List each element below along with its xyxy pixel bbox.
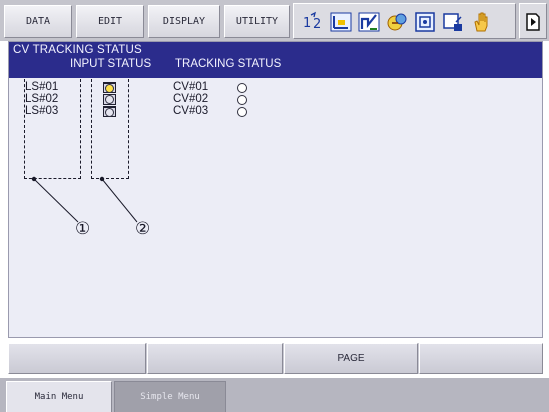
tool-icon[interactable] [358,11,380,33]
function-key-1[interactable] [8,343,146,374]
simple-menu-button[interactable]: Simple Menu [114,381,226,412]
function-key-2[interactable] [147,343,283,374]
cv-tracking-panel: CV TRACKING STATUS INPUT STATUS TRACKING… [8,41,543,338]
toolbar-icon-strip: 12 [293,3,516,39]
menu-data[interactable]: DATA [4,5,72,38]
hand-icon[interactable] [470,11,492,33]
display-window-icon[interactable] [442,11,464,33]
job-icon[interactable] [386,11,408,33]
function-key-row: PAGE [8,343,543,374]
menu-edit[interactable]: EDIT [76,5,144,38]
bottom-menu-bar: Main Menu Simple Menu [0,378,549,412]
svg-text:2: 2 [313,17,321,32]
callout-number-1: ① [75,219,91,239]
axis-frame-icon[interactable] [330,11,352,33]
callout-number-2: ② [135,219,151,239]
page-marker-icon[interactable] [519,3,547,39]
menu-display[interactable]: DISPLAY [148,5,220,38]
menu-utility[interactable]: UTILITY [224,5,290,38]
top-menu-bar: DATA EDIT DISPLAY UTILITY 12 [0,0,549,41]
user-frame-icon[interactable] [414,11,436,33]
page-button[interactable]: PAGE [284,343,418,374]
function-key-4[interactable] [419,343,543,374]
callout-leaders [31,176,138,223]
main-menu-button[interactable]: Main Menu [6,381,112,412]
svg-text:1: 1 [303,16,311,31]
coordinate-toggle-icon[interactable]: 12 [302,11,324,33]
